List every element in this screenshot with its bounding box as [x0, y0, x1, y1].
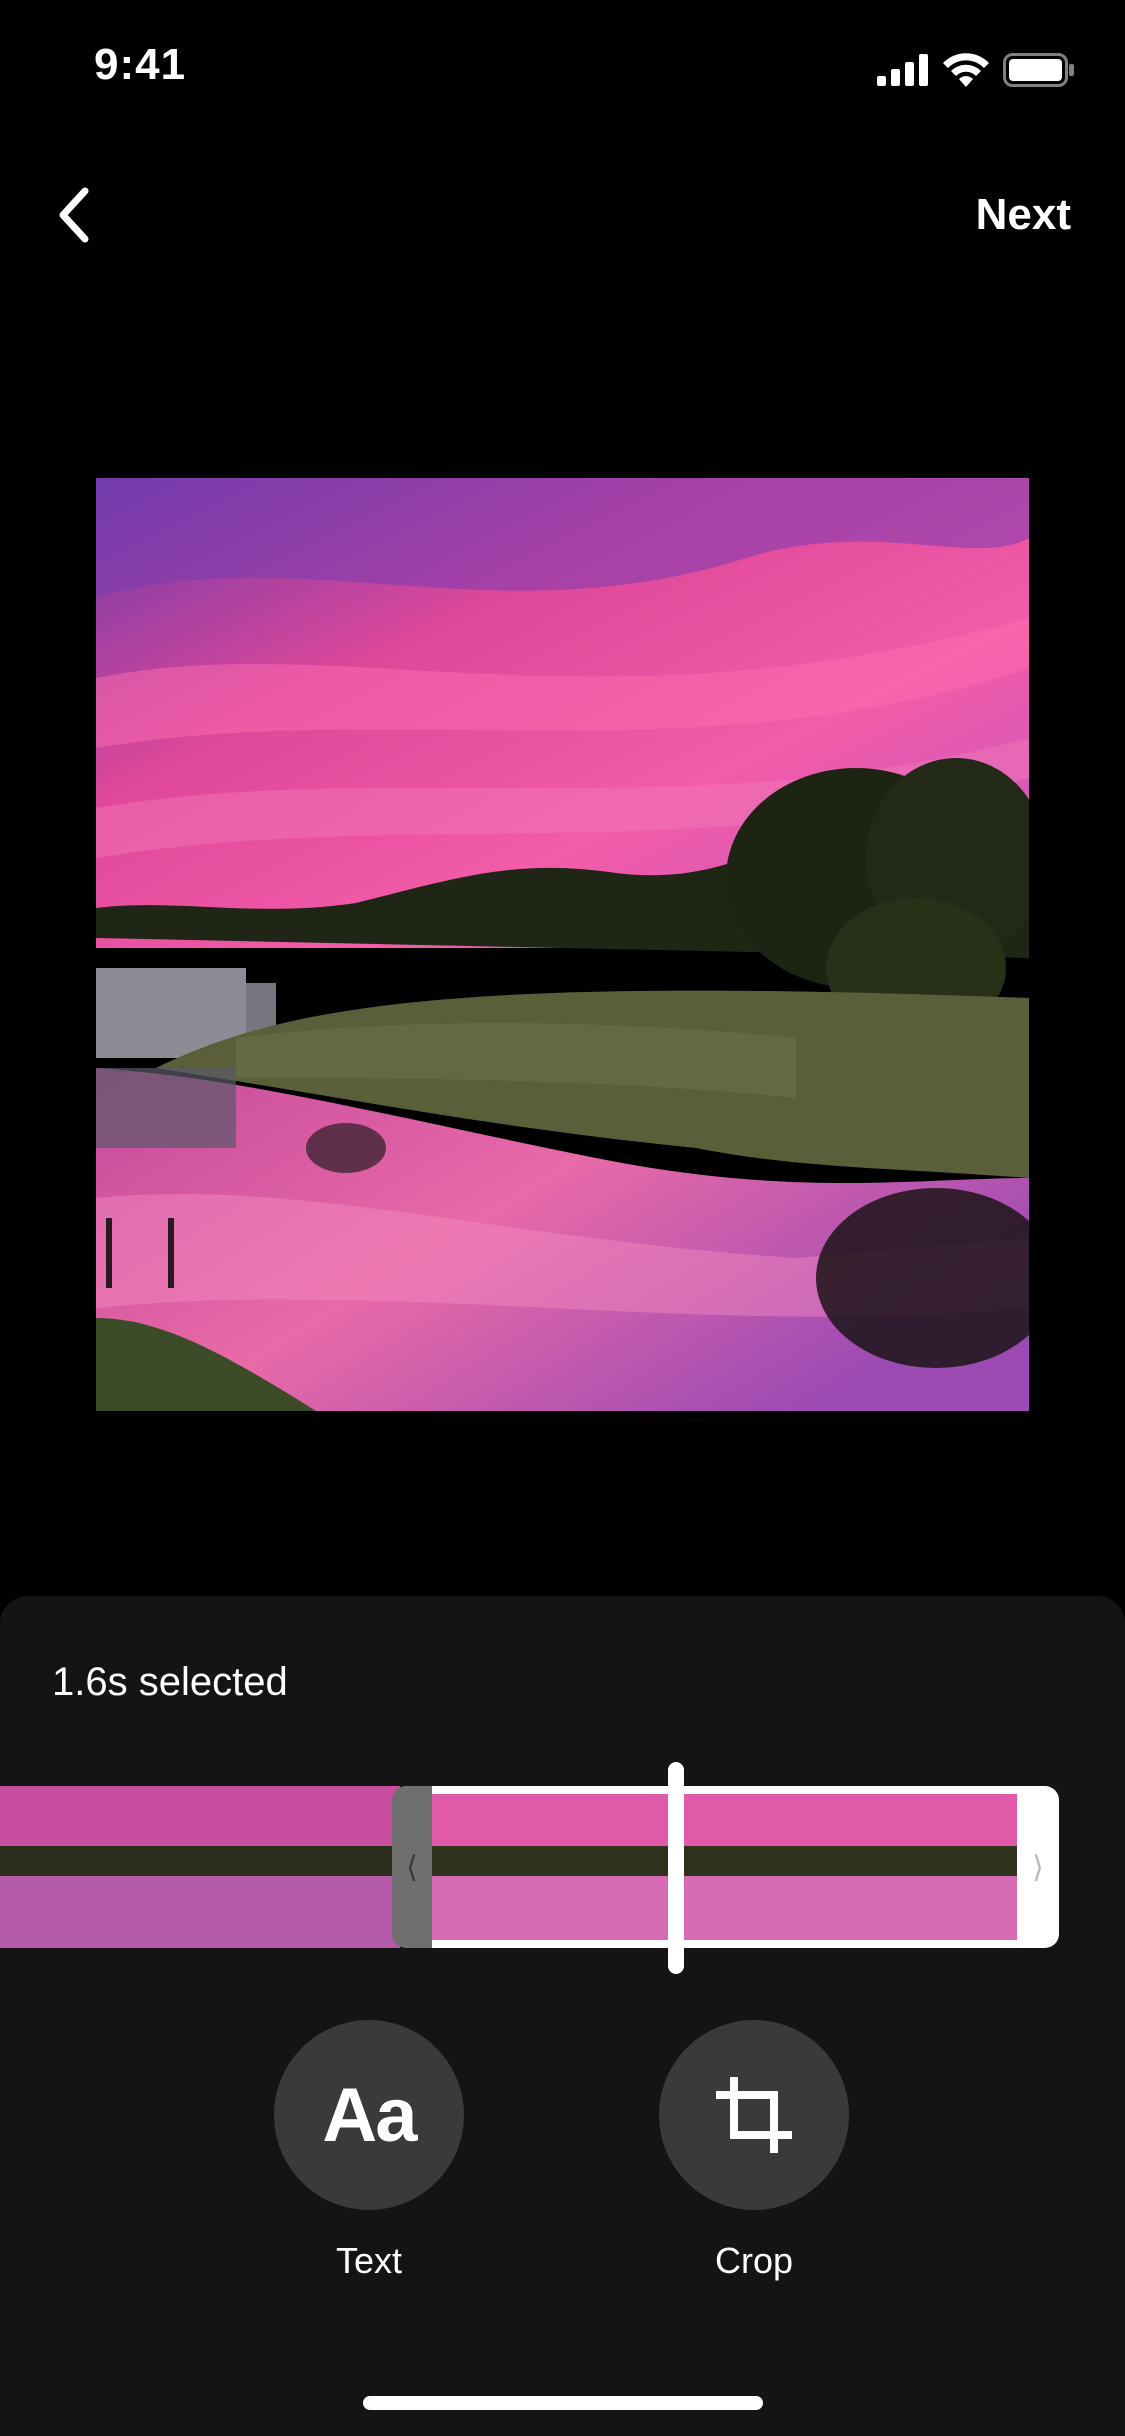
trim-handle-right[interactable]: ⟩: [1017, 1786, 1059, 1948]
timeline-thumbnail: [783, 1786, 907, 1948]
crop-tool[interactable]: Crop: [659, 2020, 849, 2282]
timeline-thumbnail: [302, 1786, 400, 1948]
timeline-strip-selected[interactable]: [432, 1786, 1017, 1948]
sunset-landscape-image: [96, 478, 1029, 1411]
timeline-thumbnail: [666, 1786, 790, 1948]
crop-tool-label: Crop: [714, 2240, 794, 2281]
next-button[interactable]: Next: [976, 190, 1071, 240]
crop-icon: [716, 2077, 792, 2153]
text-aa-icon: Aa: [322, 2072, 417, 2158]
crop-tool-button[interactable]: [659, 2020, 849, 2210]
text-tool[interactable]: Aa Text: [274, 2020, 464, 2282]
timeline-thumbnail: [549, 1786, 673, 1948]
timeline-thumbnail: [0, 1786, 54, 1948]
timeline-strip-unselected[interactable]: [0, 1786, 400, 1948]
chevron-left-icon: [59, 187, 89, 243]
back-button[interactable]: [40, 180, 110, 250]
text-tool-button[interactable]: Aa: [274, 2020, 464, 2210]
timeline-thumbnail: [900, 1786, 1017, 1948]
timeline-thumbnail: [54, 1786, 178, 1948]
cellular-signal-icon: [877, 54, 928, 86]
status-icons: [877, 50, 1075, 90]
selected-duration-label: 1.6s selected: [52, 1660, 288, 1704]
edit-panel: 1.6s selected ⟨ ⟩ Aa Text Crop: [0, 1596, 1125, 2436]
playhead[interactable]: [668, 1762, 684, 1974]
trim-frame-bottom: [432, 1940, 1017, 1948]
status-bar: 9:41: [0, 0, 1125, 140]
timeline-thumbnail: [432, 1786, 556, 1948]
home-indicator[interactable]: [363, 2396, 763, 2410]
trim-frame-top: [432, 1786, 1017, 1794]
status-time: 9:41: [94, 40, 187, 89]
trim-handle-left[interactable]: ⟨: [392, 1786, 432, 1948]
battery-icon: [1003, 53, 1074, 87]
wifi-icon: [943, 53, 989, 87]
chevron-left-small-icon: ⟨: [406, 1849, 418, 1885]
text-tool-label: Text: [335, 2240, 403, 2281]
video-preview[interactable]: [96, 478, 1029, 1411]
chevron-right-small-icon: ⟩: [1032, 1849, 1044, 1885]
timeline-thumbnail: [178, 1786, 302, 1948]
